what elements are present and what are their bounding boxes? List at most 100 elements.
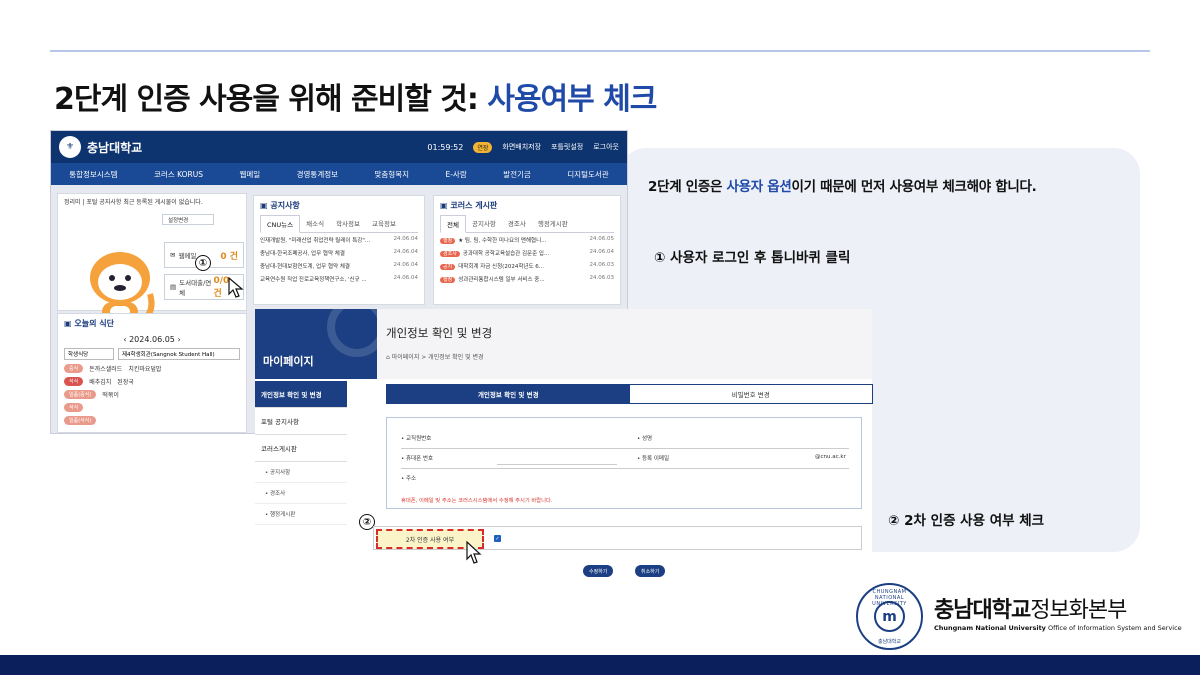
cancel-button[interactable]: 취소하기	[635, 565, 666, 577]
meal-date-row: ‹ 2024.06.05 ›	[58, 333, 246, 346]
info-highlight: 사용자 옵션	[726, 179, 792, 195]
submenu-item[interactable]: • 경조사	[255, 483, 347, 504]
settings-change-label[interactable]: 설정변경	[162, 214, 214, 225]
korus-row[interactable]: 행정 성과관리통합시스템 일부 서비스 중... 24.06.03	[434, 272, 620, 285]
tab-password-change[interactable]: 비밀번호 변경	[630, 385, 873, 403]
prev-date-icon[interactable]: ‹	[123, 335, 126, 344]
header-link-portlet[interactable]: 포틀릿설정	[551, 142, 583, 152]
meal-title: ▣ 오늘의 식단	[64, 319, 114, 328]
korus-badge: 행정	[440, 237, 456, 244]
nav-item[interactable]: 디지털도서관	[567, 169, 608, 180]
nav-item[interactable]: 발전기금	[503, 169, 531, 180]
nav-item[interactable]: 경영통계정보	[297, 169, 338, 180]
korus-row[interactable]: 공지 대학회계 자금 신청(2024학년도 6... 24.06.03	[434, 259, 620, 272]
field-label-phone: • 휴대폰 번호	[401, 456, 434, 462]
menu-item-personal-info[interactable]: 개인정보 확인 및 변경	[255, 381, 347, 408]
meal-hall-select[interactable]: 제4학생회관(Sangnok Student Hall)	[118, 348, 240, 360]
settings-change-text: 설정변경	[168, 217, 189, 224]
mypage-menu: 개인정보 확인 및 변경 포털 공지사항 코러스게시판 • 공지사항 • 경조사…	[255, 381, 347, 525]
notice-tab[interactable]: 채소식	[300, 215, 330, 232]
field-label-email: • 등록 이메일	[637, 456, 670, 462]
mypage-tabs: 개인정보 확인 및 변경 비밀번호 변경	[386, 384, 873, 404]
step2-text: ② 2차 인증 사용 여부 체크	[888, 513, 1045, 529]
info-prefix: 2단계 인증은	[648, 179, 727, 195]
webmail-label: 웹메일	[178, 252, 197, 260]
korus-tab[interactable]: 경조사	[502, 215, 532, 232]
submenu-label: 행정게시판	[270, 512, 296, 518]
meal-tag: 석식	[64, 377, 84, 386]
notice-tab[interactable]: 교육정보	[366, 215, 402, 232]
footer-dept-en: Office of Information System and Service	[1048, 624, 1182, 632]
footer-univ-en: Chungnam National University	[934, 624, 1046, 632]
phone-input[interactable]	[497, 464, 617, 465]
nav-item[interactable]: E-사람	[445, 169, 466, 180]
notice-title: ▣ 공지사항	[260, 201, 300, 210]
notice-row-date: 24.06.04	[393, 274, 419, 281]
cursor-icon	[228, 277, 244, 298]
field-label-staff-no: • 교직원번호	[401, 436, 432, 442]
korus-title-text: 코러스 게시판	[450, 201, 498, 210]
korus-row[interactable]: 경조사 공과대학 공학교육설습관 김문준 입... 24.06.04	[434, 246, 620, 259]
extend-button[interactable]: 연장	[473, 141, 493, 153]
field-label-name: • 성명	[637, 436, 653, 442]
notice-row[interactable]: 충남대-현대보험연도계, 업무 협약 체결 24.06.04	[254, 259, 424, 272]
bottom-bar	[0, 655, 1200, 675]
korus-badge: 공지	[440, 263, 456, 270]
korus-card: ▣ 코러스 게시판 전체 공지사항 경조사 행정게시판 행정 ★ 팀, 팀, 수학…	[433, 195, 621, 305]
notice-row[interactable]: 교육연수원 직업 진로교육정책연구소, '신규 ... 24.06.04	[254, 272, 424, 285]
korus-tab[interactable]: 행정게시판	[532, 215, 574, 232]
two-factor-checkbox[interactable]: ✓	[494, 535, 501, 542]
submenu-label: 공지사항	[270, 470, 291, 476]
step1-marker: ①	[195, 255, 211, 271]
meal-tag: 석식	[64, 403, 84, 412]
tab-personal-info[interactable]: 개인정보 확인 및 변경	[387, 385, 630, 403]
korus-tab[interactable]: 전체	[440, 215, 466, 233]
korus-tabs: 전체 공지사항 경조사 행정게시판	[440, 215, 614, 233]
meal-item: 된장국	[117, 379, 134, 386]
slide-title: 2단계 인증 사용을 위해 준비할 것: 사용여부 체크	[54, 74, 657, 118]
library-label: 도서대출/연체	[179, 279, 212, 297]
notice-row-text: 인재개발원, "미래산업 취업전략 릴레이 특강"...	[260, 237, 371, 244]
menu-item-portal-notice[interactable]: 포털 공지사항	[255, 408, 347, 435]
korus-row-text: ★ 팀, 팀, 수학한 미나요의 맨해협니...	[458, 237, 547, 244]
nav-item[interactable]: 통합정보시스템	[69, 169, 117, 180]
home-icon[interactable]: ⌂	[386, 354, 390, 361]
mypage-side-header: 마이페이지	[255, 309, 377, 379]
save-button[interactable]: 수정하기	[583, 565, 614, 577]
phone-label: 휴대폰 번호	[406, 456, 434, 462]
submenu-item[interactable]: • 행정게시판	[255, 504, 347, 525]
korus-row[interactable]: 행정 ★ 팀, 팀, 수학한 미나요의 맨해협니... 24.06.05	[434, 233, 620, 246]
mail-icon: ✉	[170, 251, 176, 259]
field-label-address: • 주소	[401, 476, 417, 482]
submenu-item[interactable]: • 공지사항	[255, 462, 347, 483]
menu-item-korus-board[interactable]: 코러스게시판	[255, 435, 347, 462]
portal-nav: 통합정보시스템 코러스 KORUS 웹메일 경영통계정보 맞춤형복지 E-사람 …	[51, 163, 627, 185]
university-seal: CHUNGNAM NATIONAL UNIVERSITY m 충남대학교	[856, 583, 923, 650]
next-date-icon[interactable]: ›	[177, 335, 180, 344]
notice-row[interactable]: 인재개발원, "미래산업 취업전략 릴레이 특강"... 24.06.04	[254, 233, 424, 246]
notice-row[interactable]: 충남대-한국조폐공사, 업무 협약 체결 24.06.04	[254, 246, 424, 259]
header-link-layout[interactable]: 화면배치저장	[502, 142, 541, 152]
cursor-icon	[466, 541, 482, 564]
notice-tabs: CNU뉴스 채소식 학사정보 교육정보	[260, 215, 418, 233]
nav-item[interactable]: 맞춤형복지	[375, 169, 410, 180]
nav-item[interactable]: 코러스 KORUS	[154, 169, 203, 180]
notice-row-date: 24.06.04	[393, 235, 419, 242]
korus-tab[interactable]: 공지사항	[466, 215, 502, 232]
notice-tab[interactable]: CNU뉴스	[260, 215, 301, 233]
meal-place-select[interactable]: 학생식당	[64, 348, 114, 360]
staff-no-label: 교직원번호	[406, 436, 432, 442]
name-label: 성명	[642, 436, 653, 442]
mypage-top-bar	[377, 309, 872, 379]
header-link-logout[interactable]: 로그아웃	[593, 142, 619, 152]
session-clock: 01:59:52	[427, 142, 464, 152]
footer-dept: 정보화본부	[1030, 598, 1127, 623]
korus-row-date: 24.06.03	[589, 274, 615, 281]
footer-subtitle: Chungnam National University Office of I…	[934, 624, 1182, 632]
mypage-page-title: 개인정보 확인 및 변경	[386, 326, 493, 340]
notice-row-text: 충남대-현대보험연도계, 업무 협약 체결	[260, 263, 350, 270]
notice-tab[interactable]: 학사정보	[330, 215, 366, 232]
nav-item[interactable]: 웹메일	[239, 169, 260, 180]
notice-card: ▣ 공지사항 CNU뉴스 채소식 학사정보 교육정보 인재개발원, "미래산업 …	[253, 195, 425, 305]
korus-row-text: 대학회계 자금 신청(2024학년도 6...	[458, 263, 544, 270]
